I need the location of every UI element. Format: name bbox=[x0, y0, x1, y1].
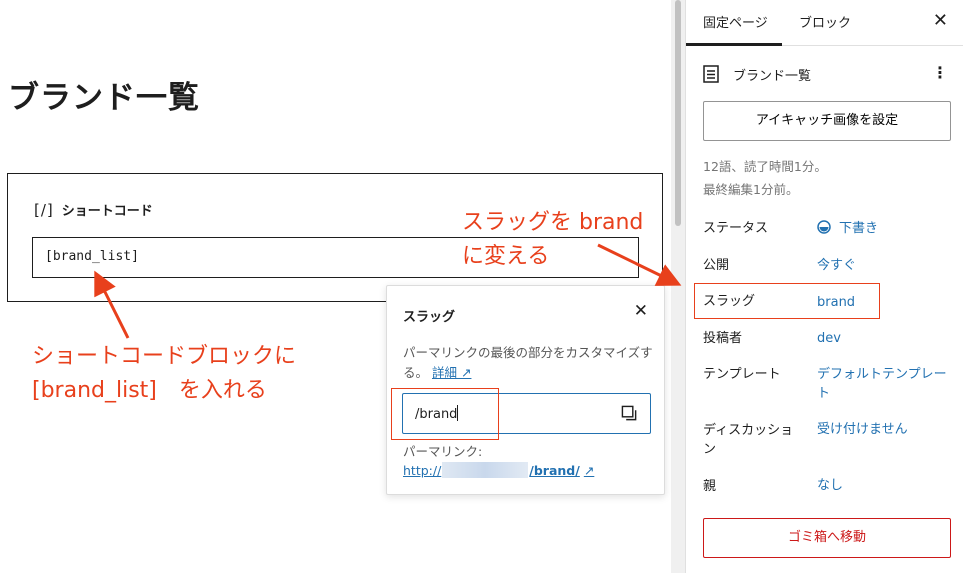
shortcode-label-text: ショートコード bbox=[61, 204, 153, 219]
slug-annotation: スラッグを brand に変える bbox=[462, 206, 643, 274]
slug-row-highlight bbox=[694, 283, 880, 319]
canvas-scrollbar-thumb[interactable] bbox=[675, 0, 681, 226]
redacted-domain bbox=[442, 462, 529, 478]
parent-value[interactable]: なし bbox=[817, 476, 949, 495]
word-count: 12語、読了時間1分。 bbox=[703, 159, 827, 174]
permalink-link[interactable]: http:// /brand/ ↗ bbox=[403, 462, 594, 478]
discussion-label: ディスカッション bbox=[703, 423, 794, 457]
details-link[interactable]: 詳細 ↗ bbox=[432, 365, 471, 380]
external-link-icon: ↗ bbox=[583, 462, 595, 478]
shortcode-annotation-line-1: ショートコードブロックに bbox=[32, 344, 297, 369]
template-value[interactable]: デフォルトテンプレート bbox=[817, 365, 949, 403]
publish-label: 公開 bbox=[703, 258, 730, 273]
status-label: ステータス bbox=[703, 221, 769, 236]
document-meta: 12語、読了時間1分。 最終編集1分前。 bbox=[703, 155, 827, 201]
active-tab-indicator bbox=[686, 43, 782, 46]
sidebar-tabs: 固定ページ ブロック ✕ bbox=[686, 0, 963, 46]
status-value-text: 下書き bbox=[839, 221, 879, 236]
status-value[interactable]: 下書き bbox=[817, 219, 949, 238]
tab-page[interactable]: 固定ページ bbox=[703, 12, 768, 31]
canvas-scrollbar[interactable] bbox=[671, 0, 685, 573]
author-value[interactable]: dev bbox=[817, 329, 949, 348]
shortcode-block-label: [/] ショートコード bbox=[34, 200, 153, 220]
document-summary: ブランド一覧 ⋮ bbox=[703, 63, 948, 84]
template-label: テンプレート bbox=[703, 367, 781, 382]
page-icon bbox=[703, 65, 719, 83]
permalink-prefix: http:// bbox=[403, 462, 442, 478]
tab-block[interactable]: ブロック bbox=[799, 12, 851, 31]
last-edited: 最終編集1分前。 bbox=[703, 182, 799, 197]
set-featured-image-button[interactable]: アイキャッチ画像を設定 bbox=[703, 101, 951, 141]
slug-input-highlight bbox=[391, 388, 499, 440]
discussion-value[interactable]: 受け付けません bbox=[817, 420, 949, 439]
parent-label: 親 bbox=[703, 479, 717, 494]
close-icon[interactable]: ✕ bbox=[933, 10, 948, 31]
slug-annotation-line-1: スラッグを brand bbox=[462, 210, 644, 235]
permalink-label: パーマリンク: bbox=[403, 444, 483, 459]
author-label: 投稿者 bbox=[703, 331, 743, 346]
close-icon[interactable]: ✕ bbox=[634, 301, 648, 321]
permalink-suffix: /brand/ bbox=[529, 462, 580, 478]
move-to-trash-button[interactable]: ゴミ箱へ移動 bbox=[703, 518, 951, 558]
draft-status-icon bbox=[817, 220, 831, 234]
more-options-icon[interactable]: ⋮ bbox=[932, 63, 948, 82]
publish-value[interactable]: 今すぐ bbox=[817, 256, 949, 275]
slug-popover-description: パーマリンクの最後の部分をカスタマイズする。 詳細 ↗ bbox=[403, 343, 653, 383]
page-title[interactable]: ブランド一覧 bbox=[8, 72, 200, 117]
copy-icon[interactable] bbox=[621, 405, 638, 422]
shortcode-icon: [/] bbox=[34, 200, 54, 219]
slug-popover-title: スラッグ bbox=[403, 310, 456, 325]
shortcode-annotation-line-2: [brand_list] を入れる bbox=[32, 378, 267, 403]
shortcode-annotation: ショートコードブロックに [brand_list] を入れる bbox=[32, 340, 296, 408]
slug-annotation-line-2: に変える bbox=[462, 244, 550, 269]
document-title: ブランド一覧 bbox=[733, 68, 812, 84]
